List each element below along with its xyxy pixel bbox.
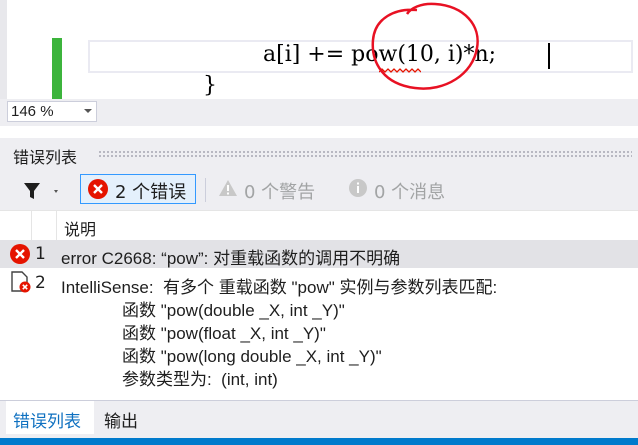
zoom-level-dropdown[interactable]: 146 % <box>7 101 97 122</box>
status-bar <box>0 438 638 445</box>
description-column-header[interactable]: 说明 <box>64 216 96 240</box>
info-icon <box>349 179 367 197</box>
column-separator <box>56 211 57 240</box>
errors-filter-toggle[interactable]: 2 个错误 <box>80 174 196 204</box>
error-detail-line: 参数类型为: (int, int) <box>122 370 278 389</box>
error-detail-line: 函数 "pow(double _X, int _Y)" <box>122 301 345 320</box>
messages-count-label: 0 个消息 <box>374 182 446 203</box>
error-list-title-bar[interactable]: 错误列表 <box>0 138 638 170</box>
error-detail-line: 函数 "pow(float _X, int _Y)" <box>122 324 326 343</box>
intellisense-error-icon <box>11 271 31 293</box>
editor-gutter <box>7 0 52 99</box>
errors-count-label: 2 个错误 <box>115 182 187 203</box>
tab-label: 输出 <box>104 412 138 432</box>
text-caret <box>548 43 550 69</box>
error-icon <box>88 179 108 199</box>
error-number: 2 <box>35 273 46 293</box>
editor-left-border <box>0 0 7 99</box>
filter-icon <box>24 183 58 199</box>
error-description: error C2668: “pow”: 对重载函数的调用不明确 <box>61 249 401 268</box>
error-list-header: 说明 <box>0 210 638 240</box>
error-description: IntelliSense: 有多个 重载函数 "pow" 实例与参数列表匹配: <box>61 278 498 297</box>
code-line-current[interactable]: a[i] += pow(10, i)*n; <box>263 42 496 67</box>
tab-error-list[interactable]: 错误列表 <box>6 401 94 434</box>
column-separator <box>31 211 32 240</box>
title-bar-grip <box>98 150 632 158</box>
tool-window-tabs: 错误列表 输出 <box>0 400 638 438</box>
chevron-down-icon <box>84 109 92 113</box>
zoom-level-value: 146 % <box>11 103 54 120</box>
warnings-filter-toggle[interactable]: 0 个警告 <box>210 174 330 204</box>
tab-output[interactable]: 输出 <box>96 401 148 434</box>
error-detail-line: 函数 "pow(long double _X, int _Y)" <box>122 347 382 366</box>
code-editor[interactable]: a[i] += pow(10, i)*n; } <box>0 0 638 99</box>
error-list-toolbar: 2 个错误 0 个警告 0 个消息 <box>0 170 638 210</box>
panel-title: 错误列表 <box>13 148 78 167</box>
error-row[interactable]: 2 IntelliSense: 有多个 重载函数 "pow" 实例与参数列表匹配… <box>0 268 638 396</box>
error-list-body: 1 error C2668: “pow”: 对重载函数的调用不明确 2 Inte… <box>0 240 638 400</box>
change-tracking-bar <box>52 38 62 99</box>
editor-zoom-bar: 146 % <box>0 99 638 126</box>
toolbar-separator <box>205 178 206 202</box>
error-row[interactable]: 1 error C2668: “pow”: 对重载函数的调用不明确 <box>0 240 638 268</box>
error-icon <box>10 244 30 264</box>
error-squiggle <box>379 68 421 73</box>
error-number: 1 <box>35 244 46 264</box>
tab-label: 错误列表 <box>13 412 81 432</box>
messages-filter-toggle[interactable]: 0 个消息 <box>340 174 460 204</box>
warnings-count-label: 0 个警告 <box>244 182 316 203</box>
warning-icon <box>219 180 237 196</box>
filter-button[interactable] <box>22 180 66 202</box>
code-line-brace[interactable]: } <box>203 73 217 98</box>
